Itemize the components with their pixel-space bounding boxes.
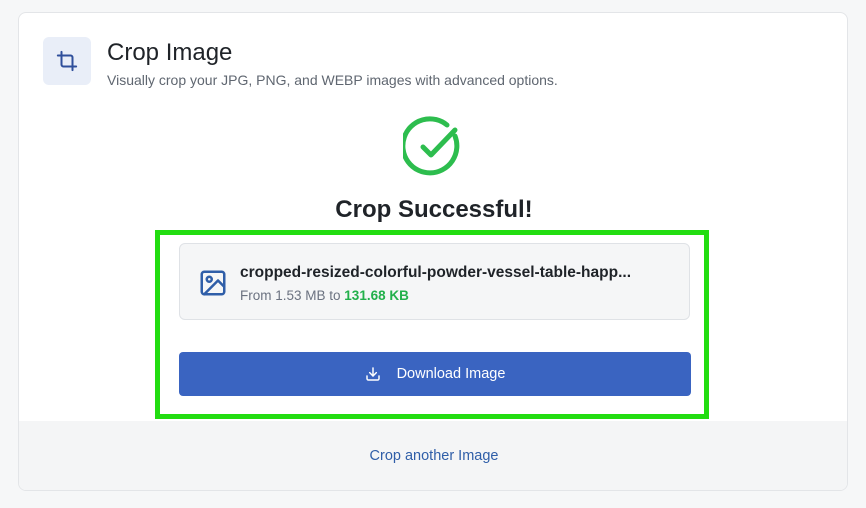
crop-icon bbox=[43, 37, 91, 85]
file-size-prefix: From 1.53 MB to bbox=[240, 288, 345, 303]
crop-card: Crop Image Visually crop your JPG, PNG, … bbox=[18, 12, 848, 491]
download-button-label: Download Image bbox=[396, 366, 506, 382]
check-circle-icon bbox=[400, 116, 465, 178]
download-icon bbox=[365, 366, 381, 382]
file-name: cropped-resized-colorful-powder-vessel-t… bbox=[240, 264, 632, 281]
page-subtitle: Visually crop your JPG, PNG, and WEBP im… bbox=[107, 72, 558, 88]
card-footer: Crop another Image bbox=[19, 421, 847, 490]
download-image-button[interactable]: Download Image bbox=[179, 352, 691, 396]
page-title: Crop Image bbox=[107, 39, 233, 66]
crop-another-image-link[interactable]: Crop another Image bbox=[370, 448, 499, 464]
image-icon bbox=[198, 268, 228, 298]
success-title: Crop Successful! bbox=[335, 196, 533, 223]
new-file-size: 131.68 KB bbox=[344, 288, 409, 303]
file-size-info: From 1.53 MB to 131.68 KB bbox=[240, 288, 409, 303]
file-info-box: cropped-resized-colorful-powder-vessel-t… bbox=[179, 243, 690, 320]
